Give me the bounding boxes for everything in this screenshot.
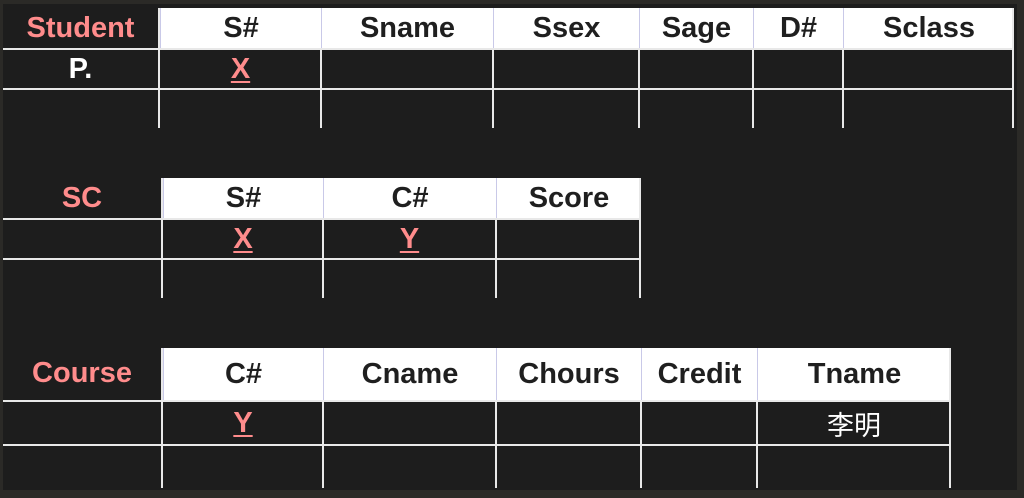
relation-name: SC [61,181,103,214]
column-header: Credit [641,348,757,400]
grid-line [3,444,951,446]
relation-name: Course [32,356,132,389]
grid-line [322,218,324,298]
column-header: C# [163,348,323,400]
example-element[interactable]: X [160,50,321,88]
grid-line [161,178,163,298]
query-cell[interactable] [496,220,641,258]
grid-line [495,218,497,298]
query-cell[interactable] [639,50,753,88]
grid-line [752,48,754,128]
command-cell[interactable] [3,220,161,258]
column-header: Sclass [843,8,1014,48]
print-command[interactable]: P. [3,50,158,88]
grid-line [640,400,642,488]
grid-line [1012,8,1014,128]
relation-name: Student [26,11,135,44]
example-element[interactable]: Y [163,402,323,444]
grid-line [161,348,163,488]
query-cell[interactable] [843,50,1014,88]
grid-line [639,178,641,298]
column-header: Tname [757,348,951,400]
column-header: Sname [321,8,493,48]
query-cell[interactable] [641,402,757,444]
column-header: Chours [496,348,641,400]
query-cell[interactable] [753,50,843,88]
column-header: S# [163,178,323,218]
example-element[interactable]: X [163,220,323,258]
column-header: D# [753,8,843,48]
grid-line [158,8,160,128]
column-header: S# [160,8,321,48]
query-cell[interactable] [321,50,493,88]
query-cell[interactable] [323,402,496,444]
grid-line [495,400,497,488]
grid-line [492,48,494,128]
query-cell[interactable] [496,402,641,444]
grid-line [756,400,758,488]
grid-line [3,400,951,402]
column-header: Cname [323,348,496,400]
student-table: Student S# Sname Ssex Sage D# Sclass P. … [3,4,1017,128]
column-header: C# [323,178,496,218]
grid-line [3,48,1014,50]
command-cell[interactable] [3,402,161,444]
course-table: Course C# Cname Chours Credit Tname Y 李明 [3,346,953,490]
grid-line [320,48,322,128]
grid-line [638,48,640,128]
condition-value[interactable]: 李明 [757,402,951,444]
column-header: Score [496,178,641,218]
query-cell[interactable] [493,50,639,88]
grid-line [3,88,1014,90]
grid-line [842,48,844,128]
sc-table: SC S# C# Score X Y [3,176,643,300]
grid-line [322,400,324,488]
qbe-canvas: Student S# Sname Ssex Sage D# Sclass P. … [3,4,1017,490]
column-header: Sage [639,8,753,48]
example-element[interactable]: Y [323,220,496,258]
column-header: Ssex [493,8,639,48]
grid-line [949,348,951,488]
